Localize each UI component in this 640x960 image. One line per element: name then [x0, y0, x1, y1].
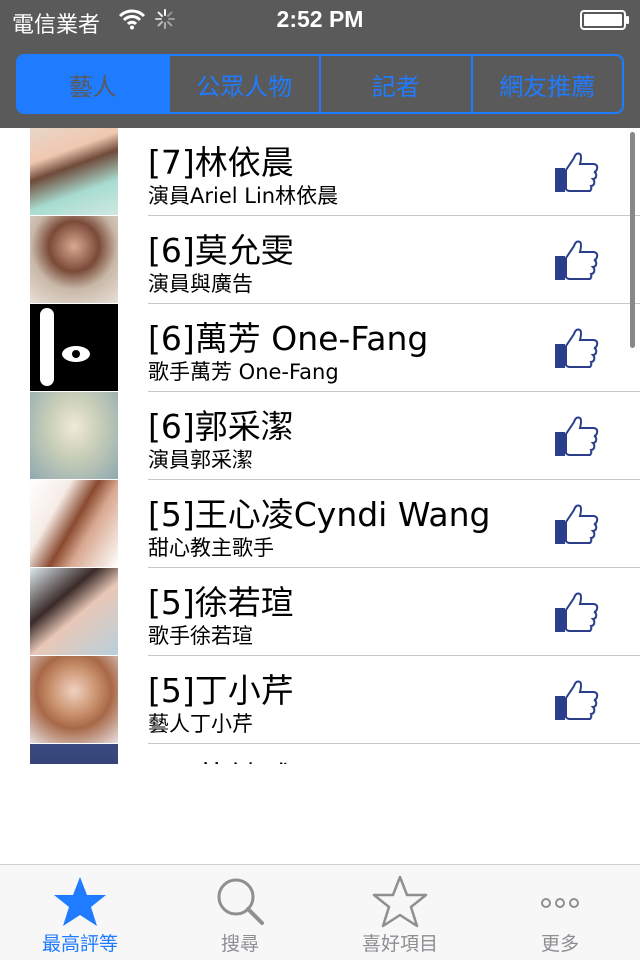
thumbs-up-icon[interactable] [552, 500, 600, 548]
row-title: [5]徐若瑄 [148, 583, 294, 622]
thumbs-up-icon[interactable] [552, 676, 600, 724]
segment-artists[interactable]: 藝人 [18, 56, 168, 112]
tab-label: 喜好項目 [361, 933, 438, 955]
clock: 2:52 PM [276, 6, 364, 32]
list-scrollbar[interactable] [630, 132, 635, 348]
row-subtitle: 甜心教主歌手 [148, 536, 274, 560]
list-item[interactable]: [5]蔡健雅 Tanya Chua [0, 744, 640, 764]
star-outline-icon [372, 875, 428, 928]
row-title: [7]林依晨 [148, 143, 294, 182]
battery-icon [580, 10, 629, 30]
row-subtitle: 演員郭采潔 [148, 448, 253, 472]
thumbs-up-icon[interactable] [552, 236, 600, 284]
list-item[interactable]: [7]林依晨 演員Ariel Lin林依晨 [0, 128, 640, 216]
segment-journalists[interactable]: 記者 [319, 56, 471, 112]
tab-label: 更多 [540, 933, 579, 955]
tab-label: 最高評等 [41, 933, 118, 955]
avatar [30, 744, 118, 764]
list-item[interactable]: [5]丁小芹 藝人丁小芹 [0, 656, 640, 744]
row-subtitle: 藝人丁小芹 [148, 712, 253, 736]
row-title: [6]萬芳 One-Fang [148, 319, 429, 358]
avatar [30, 216, 118, 303]
ranking-list[interactable]: [7]林依晨 演員Ariel Lin林依晨 [6]莫允雯 演員與廣告 [6]萬芳… [0, 128, 640, 764]
avatar [30, 304, 118, 391]
row-subtitle: 歌手萬芳 One-Fang [148, 360, 339, 384]
search-icon [217, 878, 264, 925]
more-icon [541, 898, 579, 908]
row-subtitle: 演員Ariel Lin林依晨 [148, 184, 339, 208]
avatar [30, 568, 118, 655]
status-bar: 電信業者 2:52 PM [0, 0, 640, 40]
tab-more[interactable]: 更多 [480, 865, 640, 960]
row-title: [5]王心凌Cyndi Wang [148, 495, 491, 534]
category-segmented-control: 藝人 公眾人物 記者 網友推薦 [16, 54, 624, 114]
thumbs-up-icon[interactable] [552, 588, 600, 636]
segment-user-recommended[interactable]: 網友推薦 [470, 56, 623, 112]
avatar [30, 392, 118, 479]
tab-label: 搜尋 [220, 933, 259, 955]
tab-search[interactable]: 搜尋 [160, 865, 320, 960]
list-item[interactable]: [6]萬芳 One-Fang 歌手萬芳 One-Fang [0, 304, 640, 392]
logo-image [40, 308, 90, 386]
tab-bar: 最高評等 搜尋 喜好項目 更多 [0, 864, 640, 960]
row-title: [6]郭采潔 [148, 407, 294, 446]
avatar [30, 128, 118, 215]
row-title: [6]莫允雯 [148, 231, 294, 270]
list-item[interactable]: [6]郭采潔 演員郭采潔 [0, 392, 640, 480]
segment-public-figures[interactable]: 公眾人物 [167, 56, 320, 112]
list-item[interactable]: [5]王心凌Cyndi Wang 甜心教主歌手 [0, 480, 640, 568]
nav-bar: 藝人 公眾人物 記者 網友推薦 [0, 40, 640, 128]
avatar [30, 480, 118, 567]
avatar [30, 656, 118, 743]
row-title: [5]丁小芹 [148, 671, 294, 710]
tab-favorites[interactable]: 喜好項目 [320, 865, 480, 960]
list-item[interactable]: [5]徐若瑄 歌手徐若瑄 [0, 568, 640, 656]
thumbs-up-icon[interactable] [552, 324, 600, 372]
thumbs-up-icon[interactable] [552, 412, 600, 460]
list-item[interactable]: [6]莫允雯 演員與廣告 [0, 216, 640, 304]
row-subtitle: 歌手徐若瑄 [148, 624, 253, 648]
tab-top-rated[interactable]: 最高評等 [0, 865, 160, 960]
row-subtitle: 演員與廣告 [148, 272, 253, 296]
thumbs-up-icon[interactable] [552, 148, 600, 196]
row-title: [5]蔡健雅 Tanya Chua [148, 752, 495, 764]
star-filled-icon [54, 877, 106, 926]
